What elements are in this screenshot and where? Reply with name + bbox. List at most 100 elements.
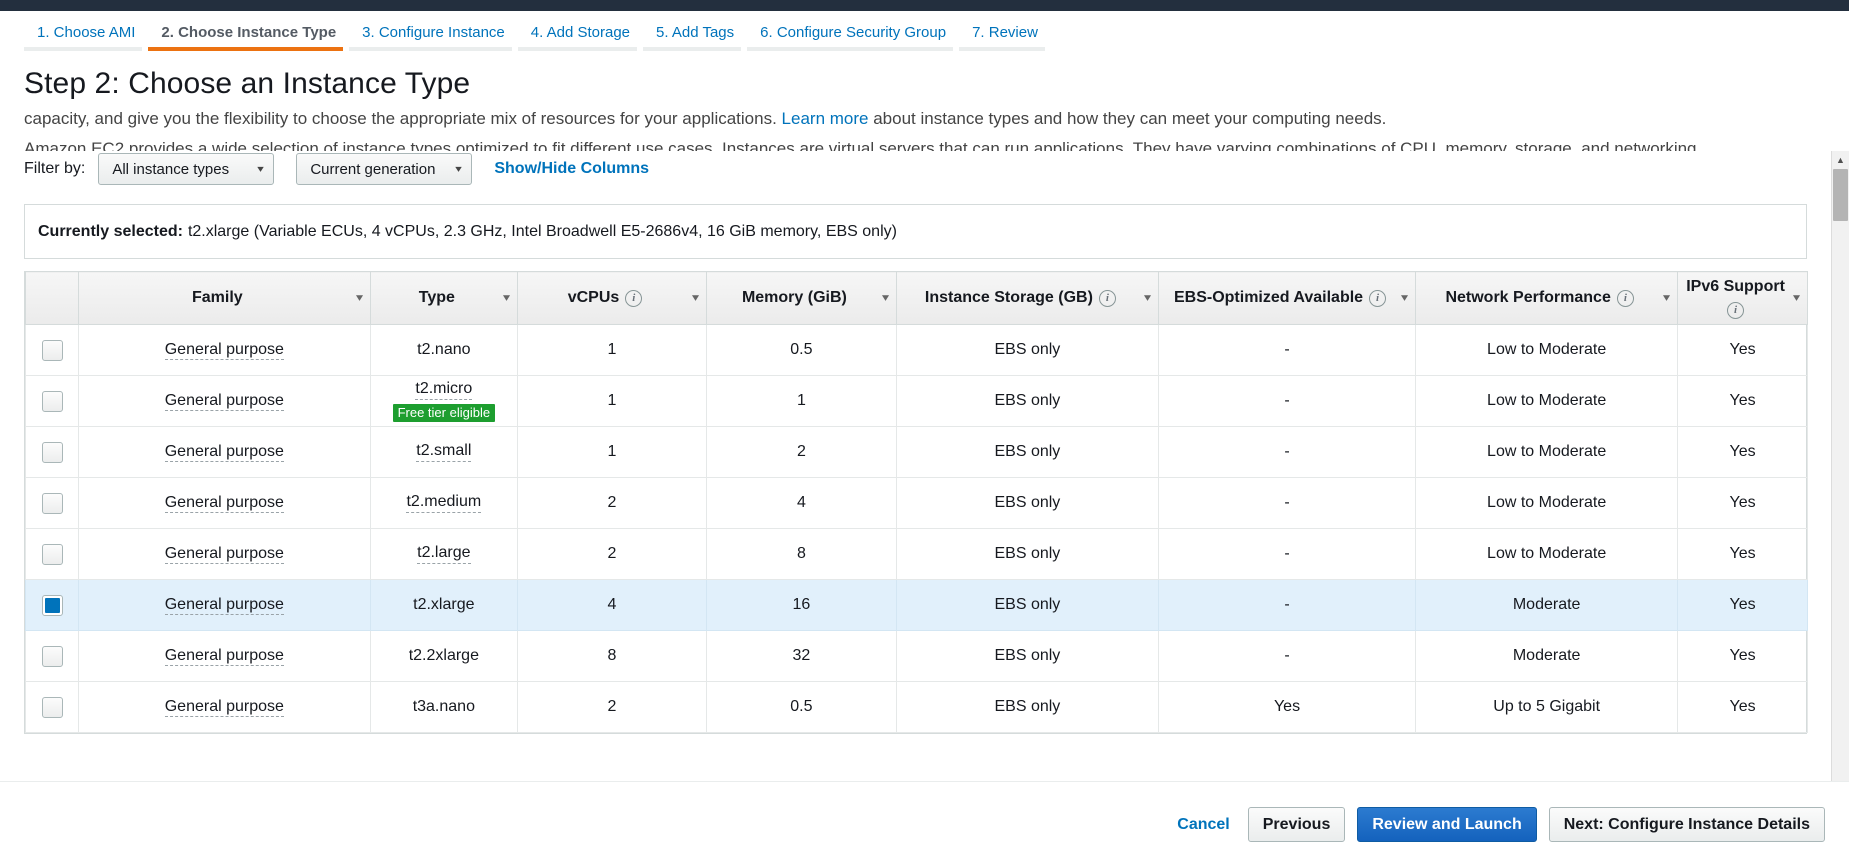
row-select-cell[interactable] (24, 324, 80, 376)
cell-memory: 8 (705, 528, 897, 580)
instance-type-label[interactable]: t2.small (416, 442, 472, 462)
column-header-network[interactable]: Network Performance i ▾ (1415, 271, 1679, 325)
column-header-storage[interactable]: Instance Storage (GB) i ▾ (895, 271, 1159, 325)
row-checkbox[interactable] (41, 543, 63, 565)
table-row[interactable]: General purpose t3a.nano 2 0.5 EBS only Yes Up… (24, 681, 1808, 733)
row-select-cell[interactable] (24, 630, 80, 682)
family-label[interactable]: General purpose (164, 494, 284, 513)
column-sort-chevron-down-icon[interactable]: ▾ (1144, 293, 1150, 304)
table-row[interactable]: General purpose t2.nano 1 0.5 EBS only - Low t… (24, 324, 1808, 376)
cancel-link[interactable]: Cancel (1177, 816, 1229, 834)
row-checkbox[interactable] (41, 441, 63, 463)
generation-filter-select[interactable]: Current generation ▾ (296, 153, 473, 185)
table-row[interactable]: General purpose t2.medium 2 4 EBS only - Low t… (24, 477, 1808, 529)
cell-vcpus: 1 (517, 426, 707, 478)
show-hide-columns-link[interactable]: Show/Hide Columns (494, 160, 649, 178)
column-sort-chevron-down-icon[interactable]: ▾ (1401, 293, 1407, 304)
column-header-vcpus[interactable]: vCPUs i ▾ (517, 271, 707, 325)
column-header-label: Type (418, 289, 455, 306)
info-icon[interactable]: i (1098, 289, 1116, 307)
row-checkbox[interactable] (41, 645, 63, 667)
wizard-tab-4[interactable]: 4. Add Storage (517, 11, 643, 51)
cell-network: Low to Moderate (1415, 528, 1679, 580)
column-sort-chevron-down-icon[interactable]: ▾ (692, 293, 698, 304)
cell-ebs: Yes (1157, 681, 1417, 733)
cell-family: General purpose (78, 630, 371, 682)
table-header-row: Family ▾ Type ▾ vCPUs i ▾ Memory (GiB) ▾ Instance… (24, 271, 1808, 325)
column-header-label: Instance Storage (GB) (924, 289, 1093, 306)
vertical-scrollbar[interactable]: ▲ ▼ (1831, 151, 1849, 831)
instance-type-label[interactable]: t2.xlarge (413, 596, 474, 614)
column-sort-chevron-down-icon[interactable]: ▾ (1793, 293, 1799, 304)
cell-storage: EBS only (895, 681, 1159, 733)
family-label[interactable]: General purpose (164, 392, 284, 411)
table-row[interactable]: General purpose t2.micro Free tier eligibl… (24, 375, 1808, 427)
family-label[interactable]: General purpose (164, 443, 284, 462)
info-icon[interactable]: i (1616, 289, 1634, 307)
instance-type-label[interactable]: t2.micro (415, 380, 473, 400)
wizard-step-tabs: 1. Choose AMI 2. Choose Instance Type 3. C… (0, 11, 1849, 53)
wizard-tab-5[interactable]: 5. Add Tags (643, 11, 747, 51)
column-sort-chevron-down-icon[interactable]: ▾ (882, 293, 888, 304)
family-label[interactable]: General purpose (164, 545, 284, 564)
row-checkbox[interactable] (41, 390, 63, 412)
column-sort-chevron-down-icon[interactable]: ▾ (1663, 293, 1669, 304)
row-select-cell[interactable] (24, 426, 80, 478)
wizard-tab-1[interactable]: 1. Choose AMI (24, 11, 148, 51)
cell-memory: 0.5 (705, 681, 897, 733)
wizard-tab-2[interactable]: 2. Choose Instance Type (148, 11, 349, 51)
column-sort-chevron-down-icon[interactable]: ▾ (356, 293, 362, 304)
cell-ipv6: Yes (1677, 528, 1808, 580)
info-icon[interactable]: i (1369, 289, 1387, 307)
learn-more-link[interactable]: Learn more (782, 109, 869, 128)
instance-type-label[interactable]: t2.medium (406, 493, 482, 513)
family-label[interactable]: General purpose (164, 341, 284, 360)
cell-network: Moderate (1415, 630, 1679, 682)
column-header-ebs[interactable]: EBS-Optimized Available i ▾ (1157, 271, 1417, 325)
cell-vcpus: 2 (517, 681, 707, 733)
instance-type-label[interactable]: t2.2xlarge (409, 647, 479, 665)
info-icon[interactable]: i (1727, 301, 1745, 319)
currently-selected-label: Currently selected: (38, 222, 183, 240)
cell-memory: 0.5 (705, 324, 897, 376)
scrollbar-thumb[interactable] (1833, 169, 1848, 221)
row-checkbox[interactable] (41, 492, 63, 514)
cell-storage: EBS only (895, 426, 1159, 478)
next-configure-instance-details-button[interactable]: Next: Configure Instance Details (1548, 807, 1825, 842)
scroll-up-arrow-icon[interactable]: ▲ (1832, 151, 1849, 168)
review-and-launch-button[interactable]: Review and Launch (1357, 807, 1537, 842)
cell-storage: EBS only (895, 528, 1159, 580)
row-checkbox[interactable] (41, 339, 63, 361)
wizard-tab-3[interactable]: 3. Configure Instance (349, 11, 518, 51)
family-label[interactable]: General purpose (164, 647, 284, 666)
family-label[interactable]: General purpose (164, 698, 284, 717)
instance-type-label[interactable]: t3a.nano (413, 698, 475, 716)
chevron-down-icon: ▾ (455, 163, 463, 175)
row-checkbox[interactable] (41, 594, 63, 616)
table-row[interactable]: General purpose t2.2xlarge 8 32 EBS only - Mod… (24, 630, 1808, 682)
instance-type-filter-select[interactable]: All instance types ▾ (98, 153, 275, 185)
instance-type-label[interactable]: t2.large (417, 544, 471, 564)
column-sort-chevron-down-icon[interactable]: ▾ (503, 293, 509, 304)
column-header-ipv6[interactable]: IPv6 Support i ▾ (1677, 271, 1808, 325)
row-select-cell[interactable] (24, 579, 80, 631)
row-select-cell[interactable] (24, 681, 80, 733)
wizard-tab-7[interactable]: 7. Review (959, 11, 1051, 51)
table-row[interactable]: General purpose t2.small 1 2 EBS only - Low to… (24, 426, 1808, 478)
row-checkbox[interactable] (41, 696, 63, 718)
previous-button[interactable]: Previous (1247, 807, 1346, 842)
column-header-type[interactable]: Type ▾ (369, 271, 519, 325)
instance-type-label[interactable]: t2.nano (417, 341, 470, 359)
table-row[interactable]: General purpose t2.xlarge 4 16 EBS only - Mode… (24, 579, 1808, 631)
column-header-family[interactable]: Family ▾ (78, 271, 371, 325)
column-header-memory[interactable]: Memory (GiB) ▾ (705, 271, 897, 325)
row-select-cell[interactable] (24, 477, 80, 529)
family-label[interactable]: General purpose (164, 596, 284, 615)
wizard-tab-6[interactable]: 6. Configure Security Group (747, 11, 959, 51)
cell-ipv6: Yes (1677, 375, 1808, 427)
cell-type: t2.medium (369, 477, 519, 529)
row-select-cell[interactable] (24, 375, 80, 427)
row-select-cell[interactable] (24, 528, 80, 580)
info-icon[interactable]: i (625, 289, 643, 307)
table-row[interactable]: General purpose t2.large 2 8 EBS only - Low to… (24, 528, 1808, 580)
